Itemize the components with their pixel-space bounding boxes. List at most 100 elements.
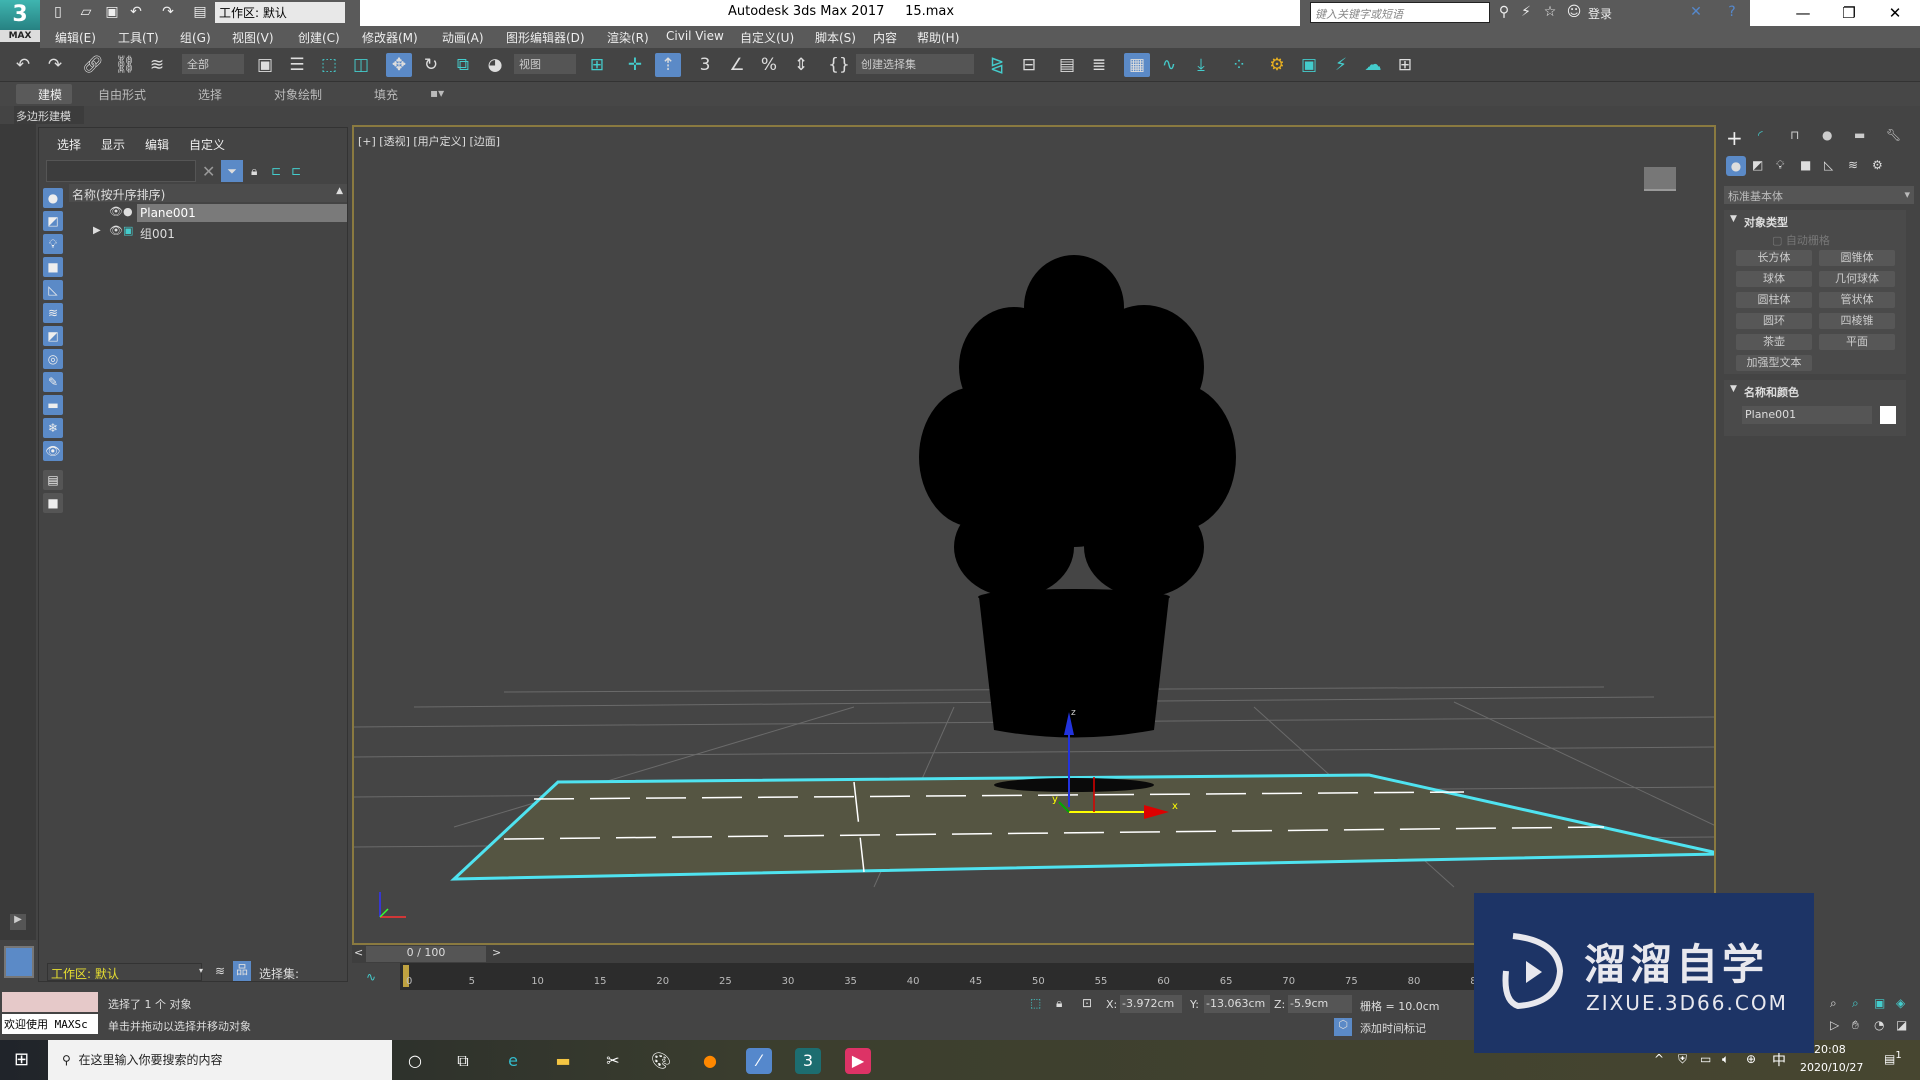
placement-icon[interactable]: ◕	[482, 53, 508, 77]
search-input[interactable]: 键入关键字或短语	[1310, 2, 1490, 23]
containers-filter-icon[interactable]: ▬	[43, 395, 63, 415]
minimize-button[interactable]: —	[1780, 0, 1826, 26]
tab-object-paint[interactable]: 对象绘制	[274, 86, 322, 103]
explorer-menu-select[interactable]: 选择	[57, 136, 81, 153]
user-icon[interactable]: ☺	[1566, 4, 1582, 20]
box-button[interactable]: 长方体	[1736, 250, 1812, 266]
maximize-viewport-icon[interactable]: ◪	[1896, 1018, 1907, 1032]
close-button[interactable]: ✕	[1872, 0, 1918, 26]
helpers-filter-icon[interactable]: ◺	[43, 280, 63, 300]
satellite-icon[interactable]: ⚡	[1518, 4, 1534, 20]
rendered-frame-icon[interactable]: ▣	[1296, 53, 1322, 77]
network-icon[interactable]: ⊕	[1746, 1052, 1756, 1066]
pan-icon[interactable]: ✋︎	[1852, 1018, 1859, 1033]
cameras-icon[interactable]: ■	[1800, 158, 1811, 172]
cone-button[interactable]: 圆锥体	[1819, 250, 1895, 266]
rollout-title[interactable]: 对象类型	[1744, 214, 1788, 230]
display-all-icon[interactable]: ■	[43, 493, 63, 513]
object-color-swatch[interactable]	[1880, 406, 1896, 424]
collapse-icon[interactable]: ▼	[1730, 384, 1737, 394]
pyramid-button[interactable]: 四棱锥	[1819, 313, 1895, 329]
utilities-tab-icon[interactable]: 🔧︎	[1886, 128, 1901, 142]
selection-lock-icon[interactable]: 🔒︎	[1056, 996, 1062, 1011]
helpers-icon[interactable]: ◺	[1824, 158, 1833, 172]
tab-populate[interactable]: 填充	[374, 86, 398, 103]
list-item[interactable]: ▶ 👁︎ ▣ 组001	[69, 223, 347, 241]
expand-arrow-icon[interactable]: ▶	[10, 914, 26, 930]
prev-frame-button[interactable]: <	[354, 946, 363, 959]
select-move-icon[interactable]: ✥	[386, 53, 412, 77]
menu-help[interactable]: 帮助(H)	[917, 29, 959, 46]
collapse-icon[interactable]: ▼	[1730, 214, 1737, 224]
material-editor-icon[interactable]: ⁘	[1226, 53, 1252, 77]
firefox-icon[interactable]: ●	[697, 1048, 723, 1074]
menu-edit[interactable]: 编辑(E)	[55, 29, 96, 46]
reference-coord-dropdown[interactable]: 视图	[514, 54, 576, 74]
x-coordinate-input[interactable]: -3.972cm	[1120, 995, 1182, 1013]
spacewarps-icon[interactable]: ≋	[1848, 158, 1858, 172]
explorer-menu-customize[interactable]: 自定义	[189, 136, 225, 153]
percent-snap-icon[interactable]: %	[756, 53, 782, 77]
teapot-button[interactable]: 茶壶	[1736, 334, 1812, 350]
menu-scripting[interactable]: 脚本(S)	[815, 29, 856, 46]
battery-icon[interactable]: ▭	[1700, 1052, 1711, 1066]
explorer-search-input[interactable]	[46, 160, 196, 182]
expand-arrow-icon[interactable]: ▶	[93, 225, 101, 236]
snipping-icon[interactable]: ✂	[600, 1048, 626, 1074]
hierarchy-icon[interactable]: ⊏	[271, 164, 281, 178]
login-link[interactable]: 登录	[1588, 5, 1612, 22]
taskbar-search[interactable]: ⚲ 在这里输入你要搜索的内容	[48, 1040, 392, 1080]
ribbon-options-icon[interactable]: ▪▾	[430, 86, 444, 100]
geosphere-button[interactable]: 几何球体	[1819, 271, 1895, 287]
ribbon-polygon-modeling[interactable]: 多边形建模	[14, 106, 84, 124]
autogrid-checkbox[interactable]: ▢ 自动栅格	[1772, 232, 1830, 248]
fov-icon[interactable]: ▷	[1830, 1018, 1839, 1032]
scene-explorer-icon[interactable]: ▤	[1054, 53, 1080, 77]
new-file-icon[interactable]: ▯	[50, 4, 66, 20]
maxscript-listener-pink[interactable]	[2, 992, 98, 1012]
shapes-filter-icon[interactable]: ◩	[43, 211, 63, 231]
zoom-extents-icon[interactable]: ▣	[1874, 996, 1885, 1010]
category-dropdown[interactable]: 标准基本体 ▾	[1724, 186, 1914, 204]
tab-freeform[interactable]: 自由形式	[98, 86, 146, 103]
hierarchy-tab-icon[interactable]: ⊓	[1790, 128, 1799, 142]
filter-icon[interactable]: ⏷	[221, 160, 243, 182]
sphere-button[interactable]: 球体	[1736, 271, 1812, 287]
menu-civil-view[interactable]: Civil View	[666, 29, 724, 43]
geometry-icon[interactable]: ●	[1726, 156, 1746, 176]
tube-button[interactable]: 管状体	[1819, 292, 1895, 308]
particles-filter-icon[interactable]: ❄	[43, 418, 63, 438]
undo-icon[interactable]: ↶	[128, 4, 144, 20]
select-scale-icon[interactable]: ⧉	[450, 53, 476, 77]
rollout-title[interactable]: 名称和颜色	[1744, 384, 1799, 400]
project-icon[interactable]: ▤	[192, 4, 208, 20]
select-object-icon[interactable]: ▣	[252, 53, 278, 77]
security-icon[interactable]: ⛨	[1678, 1052, 1687, 1067]
render-production-icon[interactable]: ⚡	[1328, 53, 1354, 77]
explorer-menu-display[interactable]: 显示	[101, 136, 125, 153]
absolute-mode-icon[interactable]: ⊡	[1082, 996, 1092, 1010]
geometry-filter-icon[interactable]: ●	[43, 188, 63, 208]
systems-icon[interactable]: ⚙	[1872, 158, 1883, 172]
spacewarps-filter-icon[interactable]: ≋	[43, 303, 63, 323]
dropdown-arrow-icon[interactable]: ▾	[199, 966, 203, 975]
zoom-extents-all-icon[interactable]: ◈	[1896, 996, 1905, 1010]
volume-icon[interactable]: 🔈︎	[1722, 1052, 1729, 1067]
render-cloud-icon[interactable]: ☁	[1360, 53, 1386, 77]
workspace-dropdown[interactable]: 工作区: 默认	[215, 2, 345, 23]
manipulate-icon[interactable]: ✛	[622, 53, 648, 77]
next-frame-button[interactable]: >	[492, 946, 501, 959]
maximize-button[interactable]: ❐	[1826, 0, 1872, 26]
viewport-layout-icon[interactable]: ⊞	[1392, 53, 1418, 77]
selection-filter-dropdown[interactable]: 全部	[182, 54, 244, 74]
hidden-filter-icon[interactable]: 👁︎	[43, 441, 63, 461]
pivot-center-icon[interactable]: ⊞	[584, 53, 610, 77]
help-icon[interactable]: ?	[1724, 4, 1740, 20]
column-header[interactable]: 名称(按升序排序) ▲	[69, 184, 347, 202]
video-app-icon[interactable]: ▶	[845, 1048, 871, 1074]
notification-icon[interactable]: ▤1	[1884, 1050, 1902, 1066]
workspace-selector[interactable]: 工作区: 默认	[47, 963, 202, 981]
create-tab-icon[interactable]: +	[1726, 126, 1743, 150]
3dsmax-taskbar-icon[interactable]: 3	[795, 1048, 821, 1074]
object-name-input[interactable]: Plane001	[1742, 406, 1872, 424]
